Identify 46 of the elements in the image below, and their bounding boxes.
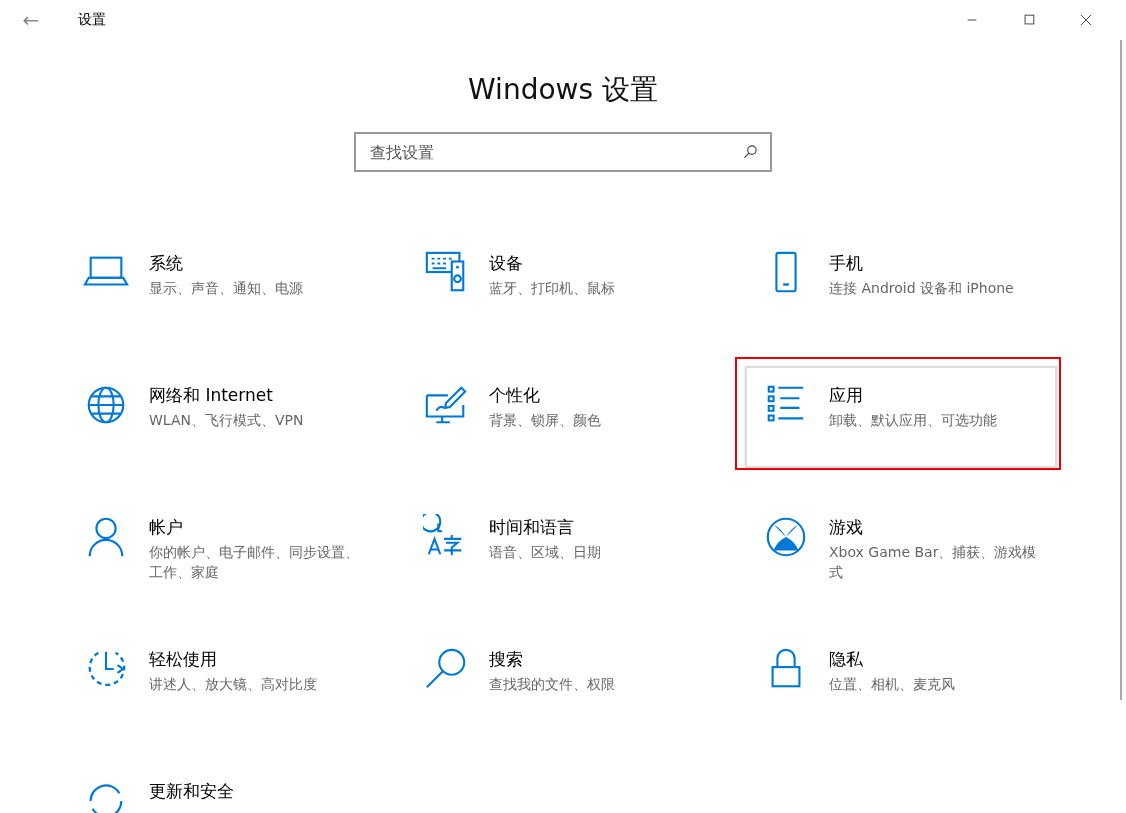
settings-tile[interactable]: 时间和语言 语音、区域、日期	[405, 498, 717, 600]
tile-description: 显示、声音、通知、电源	[149, 279, 303, 298]
settings-tile[interactable]: 游戏 Xbox Game Bar、捕获、游戏模式	[745, 498, 1057, 600]
back-button[interactable]: ←	[12, 0, 50, 40]
settings-tile[interactable]: 手机 连接 Android 设备和 iPhone	[745, 234, 1057, 336]
settings-tile[interactable]: 设备 蓝牙、打印机、鼠标	[405, 234, 717, 336]
tile-title: 系统	[149, 252, 184, 274]
tile-title: 个性化	[489, 384, 541, 406]
settings-tile[interactable]: 应用 卸载、默认应用、可选功能	[745, 366, 1057, 468]
tile-title: 搜索	[489, 648, 524, 670]
tile-description: 讲述人、放大镜、高对比度	[149, 675, 317, 694]
settings-tile[interactable]: 个性化 背景、锁屏、颜色	[405, 366, 717, 468]
tile-description: Xbox Game Bar、捕获、游戏模式	[829, 543, 1038, 582]
tile-description: 查找我的文件、权限	[489, 675, 615, 694]
tile-description: 背景、锁屏、颜色	[489, 411, 601, 430]
settings-tile[interactable]: 帐户 你的帐户、电子邮件、同步设置、工作、家庭	[65, 498, 377, 600]
tile-title: 轻松使用	[149, 648, 218, 670]
search-icon	[743, 144, 758, 159]
settings-tile[interactable]: 系统 显示、声音、通知、电源	[65, 234, 377, 336]
page-heading: Windows 设置	[468, 72, 658, 108]
settings-tile[interactable]: 网络和 Internet WLAN、飞行模式、VPN	[65, 366, 377, 468]
settings-tile[interactable]: 隐私 位置、相机、麦克风	[745, 630, 1057, 732]
tile-title: 隐私	[829, 648, 864, 670]
tile-description: 语音、区域、日期	[489, 543, 601, 562]
scrollbar[interactable]	[1120, 40, 1122, 700]
tile-title: 手机	[829, 252, 864, 274]
tile-title: 时间和语言	[489, 516, 575, 538]
tile-description: 蓝牙、打印机、鼠标	[489, 279, 615, 298]
tile-description: 连接 Android 设备和 iPhone	[829, 279, 1014, 298]
tile-description: 位置、相机、麦克风	[829, 675, 955, 694]
maximize-icon[interactable]	[1021, 13, 1036, 27]
tile-description: WLAN、飞行模式、VPN	[149, 411, 304, 430]
window-title: 设置	[78, 11, 106, 29]
tile-description: 你的帐户、电子邮件、同步设置、工作、家庭	[149, 543, 360, 582]
tile-title: 帐户	[149, 516, 184, 538]
tile-title: 设备	[489, 252, 524, 274]
tile-title: 网络和 Internet	[149, 384, 274, 406]
search-field[interactable]: 查找设置	[354, 132, 772, 172]
close-icon[interactable]	[1078, 13, 1093, 27]
settings-tile[interactable]: 轻松使用 讲述人、放大镜、高对比度	[65, 630, 377, 732]
tile-description: 卸载、默认应用、可选功能	[829, 411, 997, 430]
tile-title: 更新和安全	[149, 780, 234, 802]
settings-tile[interactable]: 搜索 查找我的文件、权限	[405, 630, 717, 732]
settings-tile[interactable]: 更新和安全	[65, 762, 377, 813]
tile-title: 游戏	[829, 516, 864, 538]
tile-title: 应用	[829, 384, 864, 406]
